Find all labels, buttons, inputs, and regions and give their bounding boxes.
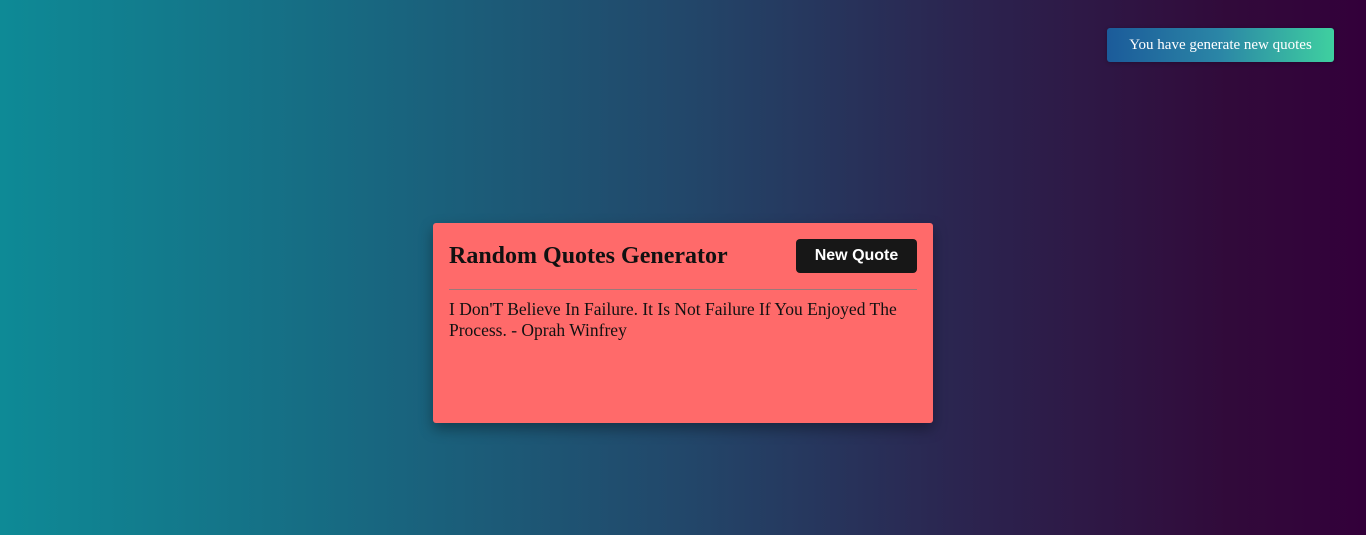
card-header: Random Quotes Generator New Quote (449, 239, 917, 273)
quote-author: Oprah Winfrey (521, 320, 627, 340)
quote-separator: - (506, 320, 522, 340)
quote-card: Random Quotes Generator New Quote I Don'… (433, 223, 933, 423)
new-quote-button[interactable]: New Quote (796, 239, 917, 273)
quote-text: I Don'T Believe In Failure. It Is Not Fa… (449, 299, 917, 341)
divider (449, 289, 917, 290)
notification-toast: You have generate new quotes (1107, 28, 1334, 62)
page-title: Random Quotes Generator (449, 242, 728, 269)
toast-message: You have generate new quotes (1129, 37, 1312, 53)
